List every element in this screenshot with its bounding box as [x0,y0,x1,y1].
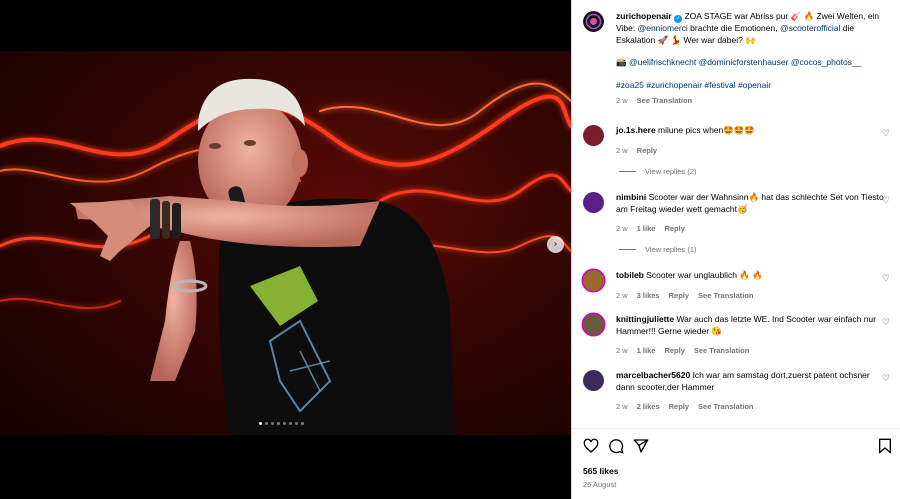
commenter-username[interactable]: jo.1s.here [616,125,656,135]
author-avatar[interactable] [583,11,604,32]
view-replies-label: View replies (2) [645,167,697,176]
view-replies-button[interactable]: View replies (1) [619,245,697,254]
carousel-dot[interactable] [265,422,268,425]
commenter-avatar[interactable] [583,370,604,391]
heart-icon[interactable] [583,438,599,454]
bookmark-icon[interactable] [877,438,893,454]
view-replies-label: View replies (1) [645,245,697,254]
commenter-username[interactable]: knittingjuliette [616,314,674,324]
commenter-avatar[interactable] [583,270,604,291]
comment-item: marcelbacher5620 Ich war am samstag dort… [583,370,897,413]
comment-like-heart-icon[interactable]: ♡ [882,129,890,139]
comment-text: Scooter war unglaublich 🔥 🔥 [643,270,763,280]
hashtag-link[interactable]: #zurichopenair [646,80,702,90]
author-username[interactable]: zurichopenair [616,11,672,21]
reply-button[interactable]: Reply [637,145,657,157]
comments-scroll-area[interactable]: zurichopenair ✓ ZOA STAGE war Abriss pur… [572,0,900,428]
carousel-dot[interactable] [259,422,262,425]
mention-link[interactable]: @ennio​merci [638,23,688,33]
see-translation-button[interactable]: See Translation [698,401,753,413]
comment-text: milune pics when🤩🤩🤩 [655,125,755,135]
carousel-indicators [259,422,304,425]
comment-item: jo.1s.here milune pics when🤩🤩🤩 2 w Reply… [583,125,897,156]
hashtag-link[interactable]: #openair [738,80,771,90]
credit-link[interactable]: @dominicforstenhauser [699,57,789,67]
view-replies-button[interactable]: View replies (2) [619,167,697,176]
instagram-post-view: › zurichopenair ✓ ZOA STAGE war Abriss p… [0,0,900,499]
comment-likes-count[interactable]: 1 like [637,345,656,357]
comment-timestamp[interactable]: 2 w [616,145,628,157]
comment-text: Scooter war der Wahnsinn🔥 hat das schlec… [616,192,884,214]
verified-badge-icon: ✓ [674,15,683,23]
comment-likes-count[interactable]: 3 likes [637,290,660,302]
commenter-avatar[interactable] [583,125,604,146]
hashtags: #zoa25 #zurichopenair #festival #openair [616,80,893,92]
see-translation-button[interactable]: See Translation [698,290,753,302]
hashtag-link[interactable]: #zoa25 [616,80,644,90]
comment-item: knittingjuliette War auch das letzte WE.… [583,314,897,357]
chevron-right-icon: › [553,238,558,250]
commenter-avatar[interactable] [583,314,604,335]
media-area: › [0,0,571,499]
post-sidebar: zurichopenair ✓ ZOA STAGE war Abriss pur… [571,0,900,499]
reply-button[interactable]: Reply [664,223,684,235]
comment-likes-count[interactable]: 1 like [637,223,656,235]
camera-icon: 📸 [616,57,627,67]
see-translation-button[interactable]: See Translation [637,95,692,107]
post-timestamp[interactable]: 2 w [616,95,628,107]
post-actions-bar: 565 likes 26 August [572,428,900,499]
carousel-dot[interactable] [271,422,274,425]
send-icon[interactable] [633,438,649,454]
mention-link[interactable]: @scooterofficial [780,23,840,33]
comment-item: tobileb Scooter war unglaublich 🔥 🔥 2 w … [583,270,897,301]
comment-like-heart-icon[interactable]: ♡ [882,318,890,328]
carousel-dot[interactable] [283,422,286,425]
divider-line [619,249,636,250]
comment-icon[interactable] [608,438,624,454]
hashtag-link[interactable]: #festival [704,80,735,90]
post-photo[interactable] [0,51,571,435]
reply-button[interactable]: Reply [664,345,684,357]
divider-line [619,171,636,172]
comment-timestamp[interactable]: 2 w [616,223,628,235]
commenter-avatar[interactable] [583,192,604,213]
commenter-username[interactable]: tobileb [616,270,644,280]
credit-link[interactable]: @cocos_photos__ [791,57,862,67]
comment-likes-count[interactable]: 2 likes [637,401,660,413]
comment-like-heart-icon[interactable]: ♡ [882,196,890,206]
comment-timestamp[interactable]: 2 w [616,401,628,413]
carousel-dot[interactable] [295,422,298,425]
likes-count[interactable]: 565 likes [583,466,618,476]
see-translation-button[interactable]: See Translation [694,345,749,357]
carousel-dot[interactable] [301,422,304,425]
comment-timestamp[interactable]: 2 w [616,290,628,302]
comment-like-heart-icon[interactable]: ♡ [882,374,890,384]
comment-item: nimbini Scooter war der Wahnsinn🔥 hat da… [583,192,897,235]
caption-text-2: brachte die Emotionen, [687,23,780,33]
reply-button[interactable]: Reply [669,290,689,302]
carousel-dot[interactable] [289,422,292,425]
commenter-username[interactable]: nimbini [616,192,646,202]
next-slide-button[interactable]: › [547,236,564,253]
commenter-username[interactable]: marcelbacher5620 [616,370,690,380]
credit-link[interactable]: @uelifrischknecht [629,57,696,67]
photo-credits: 📸 @uelifrischknecht @dominicforstenhause… [616,57,893,69]
carousel-dot[interactable] [277,422,280,425]
reply-button[interactable]: Reply [669,401,689,413]
comment-timestamp[interactable]: 2 w [616,345,628,357]
post-caption: zurichopenair ✓ ZOA STAGE war Abriss pur… [583,11,893,107]
comment-like-heart-icon[interactable]: ♡ [882,274,890,284]
post-date[interactable]: 26 August [583,480,616,489]
concert-photo-illustration [0,78,571,435]
